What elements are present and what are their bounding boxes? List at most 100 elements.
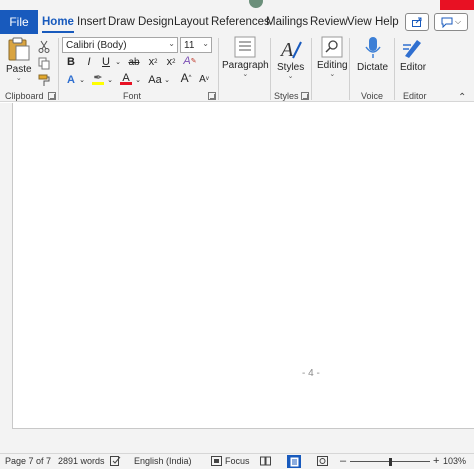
tab-references[interactable]: References [211, 10, 270, 34]
comments-button[interactable]: ⌵ [434, 13, 468, 31]
editor-label: Editor [400, 62, 427, 73]
styles-group-label: Styles [274, 91, 299, 101]
font-group-label: Font [123, 91, 142, 101]
shrink-font-button[interactable]: Av [197, 71, 211, 87]
superscript-button[interactable]: x2 [164, 54, 178, 70]
zoom-slider[interactable] [350, 458, 430, 466]
document-area: - 4 - [0, 103, 474, 453]
chevron-down-icon: ⌄ [168, 39, 175, 48]
paste-label: Paste [6, 64, 32, 75]
zoom-level[interactable]: 103% [443, 456, 466, 466]
collapse-ribbon-icon[interactable]: ⌃ [458, 92, 466, 103]
format-painter-button[interactable] [36, 72, 52, 88]
clear-formatting-button[interactable]: A ✎ [183, 53, 197, 69]
read-mode-button[interactable] [260, 456, 271, 466]
zoom-in-button[interactable]: + [433, 455, 439, 467]
divider [394, 38, 395, 100]
change-case-button[interactable]: Aa [147, 72, 163, 88]
share-icon [412, 17, 422, 27]
divider [270, 38, 271, 100]
tab-help[interactable]: Help [375, 10, 399, 34]
tab-design[interactable]: Design [138, 10, 174, 34]
web-layout-button[interactable] [317, 456, 328, 466]
editor-group-label: Editor [403, 91, 427, 101]
divider [218, 38, 219, 100]
chevron-down-icon[interactable]: ⌄ [78, 72, 86, 88]
focus-button[interactable]: Focus [211, 456, 250, 466]
proofing-icon [110, 456, 121, 466]
share-button[interactable] [405, 13, 429, 31]
tab-insert[interactable]: Insert [77, 10, 106, 34]
copy-button[interactable] [36, 55, 52, 71]
chevron-down-icon[interactable]: ⌄ [106, 72, 114, 88]
font-size-value: 11 [184, 39, 195, 51]
chevron-down-icon[interactable]: ⌄ [113, 54, 123, 70]
microphone-icon [364, 37, 381, 58]
styles-label: Styles [277, 62, 305, 73]
tab-mailings[interactable]: Mailings [266, 10, 308, 34]
tab-file[interactable]: File [0, 10, 38, 34]
chevron-down-icon: ⌄ [242, 71, 249, 78]
bold-button[interactable]: B [64, 54, 78, 70]
title-bar [0, 0, 474, 10]
clipboard-launcher-button[interactable] [48, 92, 56, 100]
page-count[interactable]: Page 7 of 7 [5, 456, 51, 466]
word-window: File Home Insert Draw Design Layout Refe… [0, 0, 474, 469]
chevron-down-icon[interactable]: ⌄ [163, 72, 171, 88]
tab-home[interactable]: Home [42, 10, 74, 34]
status-bar: Page 7 of 7 2891 words English (India) F… [0, 453, 474, 469]
focus-icon [211, 456, 222, 466]
paste-button[interactable]: Paste ⌄ [6, 36, 32, 83]
subscript-button[interactable]: x2 [146, 54, 160, 70]
zoom-out-button[interactable]: – [340, 455, 346, 467]
copy-icon [38, 57, 50, 69]
chevron-down-icon: ⌄ [329, 71, 336, 78]
styles-button[interactable]: A Styles ⌄ [277, 36, 304, 81]
word-count[interactable]: 2891 words [58, 456, 105, 466]
read-mode-icon [260, 456, 271, 466]
underline-button[interactable]: U [99, 54, 113, 70]
font-color-button[interactable]: A [118, 70, 134, 86]
divider [58, 38, 59, 100]
highlight-button[interactable]: ✒ [90, 70, 106, 86]
tab-draw[interactable]: Draw [108, 10, 135, 34]
svg-text:A: A [279, 39, 294, 60]
chevron-down-icon[interactable]: ⌄ [134, 72, 142, 88]
format-painter-icon [38, 74, 49, 86]
editing-button[interactable]: Editing ⌄ [317, 36, 348, 79]
dictate-button[interactable]: Dictate [357, 36, 388, 73]
styles-launcher-button[interactable] [301, 92, 309, 100]
proofing-button[interactable] [110, 456, 121, 466]
document-page[interactable]: - 4 - [12, 103, 474, 429]
clipboard-icon [8, 37, 30, 61]
styles-icon: A [279, 39, 302, 60]
font-name-combo[interactable]: Calibri (Body) ⌄ [62, 37, 178, 53]
web-layout-icon [317, 456, 328, 466]
paragraph-button[interactable]: Paragraph ⌄ [222, 36, 269, 79]
font-name-value: Calibri (Body) [66, 39, 127, 51]
close-button[interactable] [440, 0, 474, 10]
tab-layout[interactable]: Layout [174, 10, 209, 34]
zoom-slider-thumb[interactable] [388, 458, 392, 466]
print-layout-button[interactable] [287, 455, 301, 468]
font-size-combo[interactable]: 11 ⌄ [180, 37, 212, 53]
comment-icon [441, 17, 453, 28]
font-launcher-button[interactable] [208, 92, 216, 100]
editor-icon [403, 40, 422, 58]
editor-button[interactable]: Editor [400, 36, 426, 73]
language-button[interactable]: English (India) [134, 456, 192, 466]
tab-view[interactable]: View [347, 10, 372, 34]
text-effects-button[interactable]: A [64, 72, 78, 88]
clipboard-group-label: Clipboard [5, 91, 44, 101]
divider [311, 38, 312, 100]
chevron-down-icon: ⌵ [454, 17, 462, 26]
ribbon-tabs: File Home Insert Draw Design Layout Refe… [0, 10, 474, 34]
italic-button[interactable]: I [82, 54, 96, 70]
grow-font-button[interactable]: A ^ [179, 70, 193, 86]
dictate-label: Dictate [357, 62, 389, 73]
divider [349, 38, 350, 100]
tab-review[interactable]: Review [310, 10, 348, 34]
cut-button[interactable] [36, 38, 52, 54]
strikethrough-button[interactable]: ab [126, 54, 142, 70]
avatar[interactable] [249, 0, 263, 8]
